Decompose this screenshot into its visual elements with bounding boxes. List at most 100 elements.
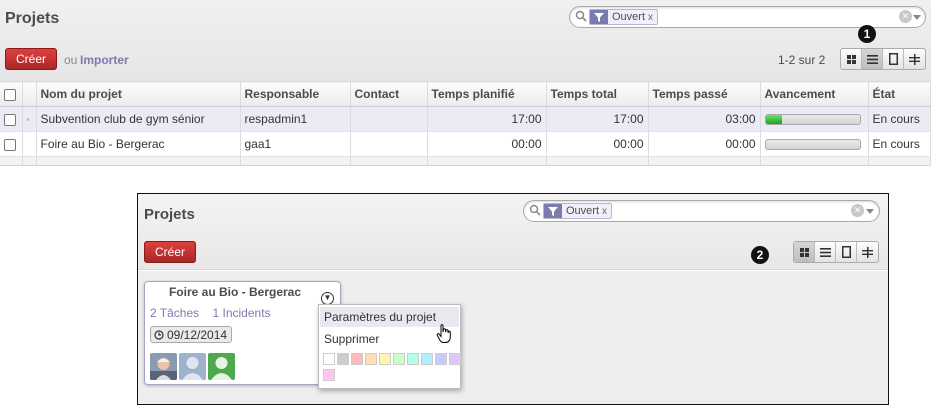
planned-time-cell: 00:00 [427, 131, 547, 157]
member-avatars [150, 353, 235, 380]
pager: 1-2 sur 2 [778, 53, 826, 67]
spent-time-cell: 00:00 [648, 131, 761, 157]
progress-fill [765, 114, 783, 124]
contact-cell [350, 106, 428, 132]
kanban-view-button[interactable] [794, 242, 815, 262]
page-title: Projets [144, 206, 195, 223]
color-swatch[interactable] [449, 353, 461, 365]
form-icon [888, 53, 898, 65]
clear-search-icon[interactable]: ✕ [851, 204, 864, 217]
kanban-icon [846, 54, 856, 64]
card-links: 2 Tâches 1 Incidents [150, 306, 281, 320]
gantt-icon [909, 53, 920, 65]
gantt-view-button[interactable] [857, 242, 878, 262]
search-facet: Ouvert x [543, 203, 613, 219]
row-select-cell [0, 106, 23, 132]
tasks-link[interactable]: 2 Tâches [150, 306, 199, 320]
table-row[interactable]: • Subvention club de gym sénior respadmi… [0, 106, 931, 132]
column-header[interactable]: Avancement [760, 81, 869, 107]
color-swatch[interactable] [323, 353, 335, 365]
deadline-date: 09/12/2014 [167, 327, 228, 342]
manager-cell: gaa1 [240, 131, 351, 157]
select-all-checkbox[interactable] [4, 88, 16, 101]
facet-remove-button[interactable]: x [602, 206, 607, 217]
column-header[interactable]: Responsable [240, 81, 351, 107]
filter-icon [590, 10, 608, 24]
kanban-icon [799, 247, 809, 257]
or-label: ou [64, 53, 78, 67]
color-swatch[interactable] [407, 353, 419, 365]
spent-time-cell: 03:00 [648, 106, 761, 132]
column-header[interactable]: Nom du projet [36, 81, 241, 107]
color-swatch[interactable] [323, 369, 335, 381]
gantt-icon [862, 246, 873, 258]
deadline-badge: 09/12/2014 [150, 326, 233, 343]
create-button[interactable]: Créer [5, 48, 58, 70]
state-cell: En cours [868, 106, 931, 132]
column-header[interactable]: Temps total [546, 81, 649, 107]
color-swatch[interactable] [379, 353, 391, 365]
search-dropdown-icon[interactable] [866, 209, 874, 214]
list-view-button[interactable] [815, 242, 836, 262]
list-view-panel: Projets Ouvert x ✕ 1 Créer ou Importer 1… [0, 0, 931, 166]
search-icon [575, 10, 587, 22]
project-name-cell: Foire au Bio - Bergerac [36, 131, 241, 157]
form-view-button[interactable] [836, 242, 857, 262]
issues-link[interactable]: 1 Incidents [213, 306, 271, 320]
table-row[interactable]: Foire au Bio - Bergerac gaa1 00:00 00:00… [0, 131, 931, 157]
search-box[interactable]: Ouvert x ✕ [523, 200, 880, 222]
view-switcher [793, 241, 879, 263]
column-header[interactable]: Contact [350, 81, 428, 107]
column-header[interactable]: État [868, 81, 931, 107]
manager-cell: respadmin1 [240, 106, 351, 132]
kanban-view-button[interactable] [841, 49, 862, 69]
color-swatch[interactable] [365, 353, 377, 365]
progress-cell [760, 106, 869, 132]
color-swatch[interactable] [421, 353, 433, 365]
search-dropdown-icon[interactable] [913, 15, 921, 20]
progress-bar [764, 138, 861, 150]
create-button[interactable]: Créer [144, 241, 197, 263]
state-cell: En cours [868, 131, 931, 157]
table-filler-row [0, 156, 931, 165]
select-all-cell [0, 81, 23, 107]
avatar [179, 353, 206, 380]
facet-remove-button[interactable]: x [648, 12, 653, 23]
avatar [208, 353, 235, 380]
project-name-cell: Subvention club de gym sénior [36, 106, 241, 132]
list-icon [819, 247, 831, 257]
progress-cell [760, 131, 869, 157]
annotation-badge-2: 2 [751, 246, 769, 264]
drag-handle-icon[interactable]: • [27, 115, 31, 126]
list-icon [866, 54, 878, 64]
card-title[interactable]: Foire au Bio - Bergerac [145, 285, 325, 299]
handle-header [22, 81, 37, 107]
clear-search-icon[interactable]: ✕ [899, 10, 912, 23]
row-handle-cell [22, 131, 37, 157]
form-view-button[interactable] [883, 49, 904, 69]
filter-icon [544, 204, 562, 218]
row-checkbox[interactable] [4, 113, 16, 126]
row-handle-cell: • [22, 106, 37, 132]
contact-cell [350, 131, 428, 157]
gantt-view-button[interactable] [904, 49, 925, 69]
project-card[interactable]: Foire au Bio - Bergerac ▼ 2 Tâches 1 Inc… [144, 281, 341, 385]
import-link[interactable]: Importer [80, 53, 129, 67]
search-facet: Ouvert x [589, 9, 659, 25]
row-checkbox[interactable] [4, 138, 16, 151]
color-swatch[interactable] [337, 353, 349, 365]
page-title: Projets [5, 10, 60, 27]
form-icon [841, 246, 851, 258]
table-header-row: Nom du projet Responsable Contact Temps … [0, 81, 931, 107]
list-view-button[interactable] [862, 49, 883, 69]
planned-time-cell: 17:00 [427, 106, 547, 132]
column-header[interactable]: Temps planifié [427, 81, 547, 107]
color-swatch[interactable] [435, 353, 447, 365]
color-swatch[interactable] [393, 353, 405, 365]
total-time-cell: 00:00 [546, 131, 649, 157]
kanban-header: Projets Ouvert x ✕ Créer 2 [138, 194, 888, 270]
search-box[interactable]: Ouvert x ✕ [569, 6, 926, 28]
column-header[interactable]: Temps passé [648, 81, 761, 107]
color-swatch[interactable] [351, 353, 363, 365]
annotation-badge-1: 1 [858, 25, 876, 43]
